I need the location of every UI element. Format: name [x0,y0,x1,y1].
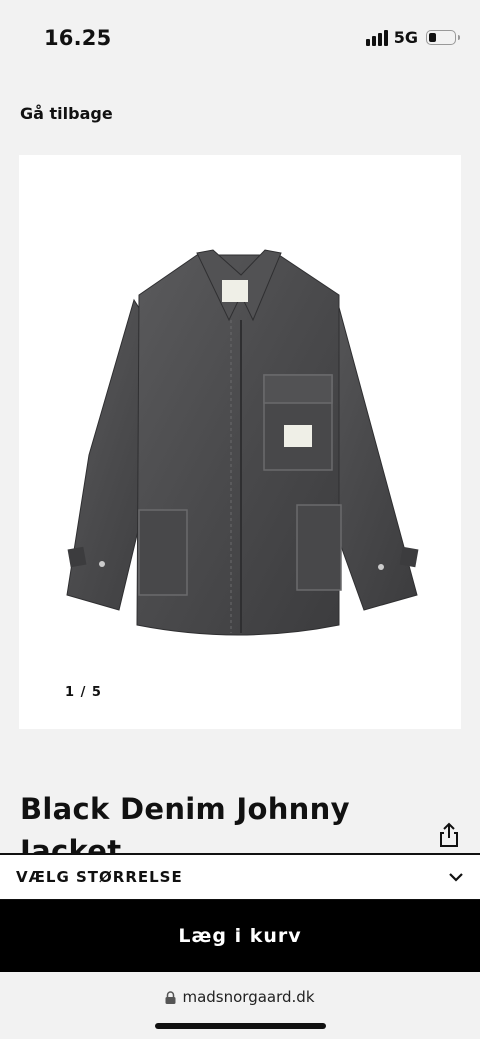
image-counter: 1 / 5 [65,685,102,700]
url-row: madsnorgaard.dk [0,988,480,1006]
product-image[interactable]: 1 / 5 [19,155,461,729]
status-indicators: 5G [365,28,460,47]
lock-icon [165,990,176,1004]
battery-icon [426,30,460,45]
status-bar: 16.25 5G [0,0,480,78]
size-select-label: VÆLG STØRRELSE [16,868,183,886]
add-to-cart-button[interactable]: Læg i kurv [0,900,480,972]
signal-icon [365,29,388,46]
back-link[interactable]: Gå tilbage [20,104,113,123]
chevron-down-icon [449,873,463,882]
battery-level [429,33,437,42]
size-select[interactable]: VÆLG STØRRELSE [0,853,480,900]
url-text: madsnorgaard.dk [182,988,315,1006]
jacket-image [66,249,419,636]
network-type: 5G [393,28,418,47]
home-indicator[interactable] [155,1023,326,1029]
share-icon[interactable] [438,822,460,848]
browser-url-bar[interactable]: madsnorgaard.dk [0,972,480,1039]
status-time: 16.25 [44,26,112,50]
